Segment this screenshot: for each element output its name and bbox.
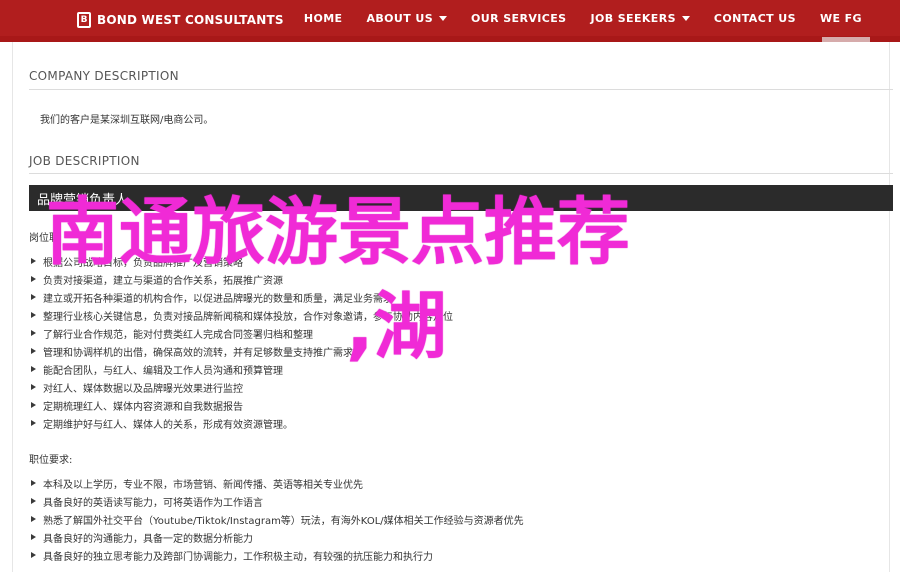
duty-text: 建立或开拓各种渠道的机构合作，以促进品牌曝光的数量和质量，满足业务需求 [43, 293, 393, 305]
bullet-icon [31, 498, 36, 504]
chevron-down-icon [439, 15, 448, 21]
nav-contact-us[interactable]: CONTACT US [702, 12, 808, 25]
nav-home-label: HOME [303, 11, 343, 25]
bullet-icon [31, 384, 36, 390]
bullet-icon [31, 348, 36, 354]
bullet-icon [31, 516, 36, 522]
list-item: 整理行业核心关键信息，负责对接品牌新闻稿和媒体投放，合作对象邀请，参与协助内容定… [29, 306, 453, 324]
nav-job-seekers[interactable]: JOB SEEKERS [578, 12, 701, 25]
bullet-icon [31, 330, 36, 336]
logo-icon: B [77, 12, 91, 28]
company-description-heading: COMPANY DESCRIPTION [29, 69, 179, 83]
list-item: 根据公司战略目标，负责品牌推广及营销策略 [29, 252, 453, 270]
company-description-text: 我们的客户是某深圳互联网/电商公司。 [40, 115, 214, 126]
position-title: 品牌营销负责人 [37, 192, 129, 208]
nav-home[interactable]: HOME [292, 12, 355, 25]
bullet-icon [31, 402, 36, 408]
duty-text: 了解行业合作规范，能对付费类红人完成合同签署归档和整理 [43, 329, 313, 341]
list-item: 定期维护好与红人、媒体人的关系，形成有效资源管理。 [29, 414, 453, 432]
duty-text: 能配合团队，与红人、编辑及工作人员沟通和预算管理 [43, 365, 283, 377]
bullet-icon [31, 552, 36, 558]
requirement-text: 熟悉了解国外社交平台（Youtube/Tiktok/Instagram等）玩法，… [43, 515, 524, 527]
list-item: 管理和协调样机的出借，确保高效的流转，并有足够数量支持推广需求 [29, 342, 453, 360]
nav-extra[interactable]: WE FG [808, 12, 874, 25]
list-item: 具备良好的英语读写能力，可将英语作为工作语言 [29, 492, 524, 510]
duty-text: 定期梳理红人、媒体内容资源和自我数据报告 [43, 401, 243, 413]
list-item: 定期梳理红人、媒体内容资源和自我数据报告 [29, 396, 453, 414]
bullet-icon [31, 534, 36, 540]
company-logo[interactable]: B BOND WEST CONSULTANTS [77, 9, 284, 31]
requirement-text: 具备良好的独立思考能力及跨部门协调能力，工作积极主动，有较强的抗压能力和执行力 [43, 551, 433, 563]
requirement-text: 具备良好的英语读写能力，可将英语作为工作语言 [43, 497, 263, 509]
bullet-icon [31, 366, 36, 372]
duty-text: 定期维护好与红人、媒体人的关系，形成有效资源管理。 [43, 419, 293, 431]
list-item: 能配合团队，与红人、编辑及工作人员沟通和预算管理 [29, 360, 453, 378]
requirement-text: 本科及以上学历，专业不限，市场营销、新闻传播、英语等相关专业优先 [43, 479, 363, 491]
requirements-list: 本科及以上学历，专业不限，市场营销、新闻传播、英语等相关专业优先 具备良好的英语… [29, 474, 524, 564]
bullet-icon [31, 480, 36, 486]
nav-extra-label: WE FG [819, 11, 862, 25]
chevron-down-icon [681, 15, 690, 21]
requirements-label: 职位要求: [29, 455, 73, 466]
main-nav: HOME ABOUT US OUR SERVICES JOB SEEKERS C… [292, 0, 874, 36]
nav-our-services-label: OUR SERVICES [471, 11, 567, 25]
list-item: 本科及以上学历，专业不限，市场营销、新闻传播、英语等相关专业优先 [29, 474, 524, 492]
list-item: 建立或开拓各种渠道的机构合作，以促进品牌曝光的数量和质量，满足业务需求 [29, 288, 453, 306]
position-title-bar: 品牌营销负责人 [29, 185, 893, 211]
duty-text: 管理和协调样机的出借，确保高效的流转，并有足够数量支持推广需求 [43, 347, 353, 359]
bullet-icon [31, 312, 36, 318]
duty-text: 整理行业核心关键信息，负责对接品牌新闻稿和媒体投放，合作对象邀请，参与协助内容定… [43, 311, 453, 323]
list-item: 负责对接渠道，建立与渠道的合作关系，拓展推广资源 [29, 270, 453, 288]
nav-our-services[interactable]: OUR SERVICES [459, 12, 578, 25]
list-item: 具备良好的沟通能力，具备一定的数据分析能力 [29, 528, 524, 546]
requirement-text: 具备良好的沟通能力，具备一定的数据分析能力 [43, 533, 253, 545]
list-item: 对红人、媒体数据以及品牌曝光效果进行监控 [29, 378, 453, 396]
duties-label: 岗位职 [29, 233, 59, 244]
list-item: 具备良好的独立思考能力及跨部门协调能力，工作积极主动，有较强的抗压能力和执行力 [29, 546, 524, 564]
bullet-icon [31, 294, 36, 300]
nav-contact-us-label: CONTACT US [713, 11, 796, 25]
nav-about-us-label: ABOUT US [366, 11, 434, 25]
nav-about-us[interactable]: ABOUT US [354, 12, 459, 25]
bullet-icon [31, 420, 36, 426]
logo-text: BOND WEST CONSULTANTS [97, 13, 284, 27]
list-item: 熟悉了解国外社交平台（Youtube/Tiktok/Instagram等）玩法，… [29, 510, 524, 528]
duties-list: 根据公司战略目标，负责品牌推广及营销策略 负责对接渠道，建立与渠道的合作关系，拓… [29, 252, 453, 432]
duty-text: 根据公司战略目标，负责品牌推广及营销策略 [43, 257, 243, 269]
company-divider [29, 89, 893, 90]
duty-text: 对红人、媒体数据以及品牌曝光效果进行监控 [43, 383, 243, 395]
job-divider [29, 173, 893, 174]
bullet-icon [31, 258, 36, 264]
bullet-icon [31, 276, 36, 282]
nav-job-seekers-label: JOB SEEKERS [590, 11, 676, 25]
list-item: 了解行业合作规范，能对付费类红人完成合同签署归档和整理 [29, 324, 453, 342]
duty-text: 负责对接渠道，建立与渠道的合作关系，拓展推广资源 [43, 275, 283, 287]
job-description-heading: JOB DESCRIPTION [29, 154, 140, 168]
